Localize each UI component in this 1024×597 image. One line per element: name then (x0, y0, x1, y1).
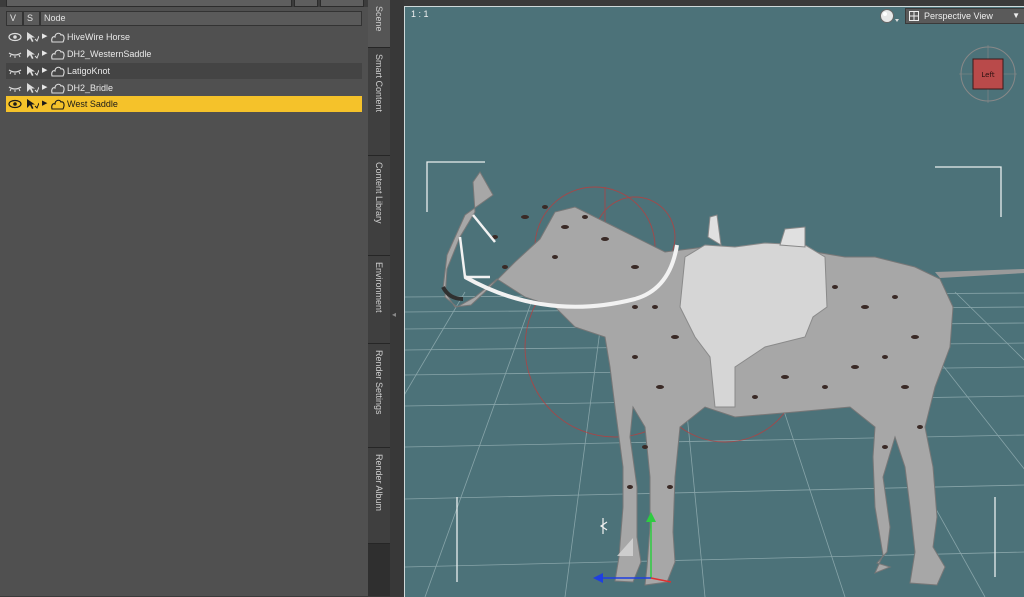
eye-icon[interactable] (8, 98, 22, 110)
splitter-grip-icon[interactable]: ◂ (392, 310, 396, 319)
figure-node-icon (51, 99, 65, 110)
view-menu-label: Perspective View (924, 11, 993, 21)
expand-arrow-icon[interactable]: ▶ (42, 29, 50, 45)
closed-eye-icon[interactable] (8, 82, 22, 94)
column-selectable[interactable]: S (23, 11, 40, 26)
node-label: DH2_Bridle (67, 83, 114, 93)
tab-environment[interactable]: Environment (368, 256, 390, 344)
scene-node-row[interactable]: ▶ DH2_Bridle (6, 80, 362, 96)
node-label: LatigoKnot (67, 66, 111, 76)
scene-tree-header: V S Node (6, 11, 362, 26)
pane-side-tabs: Scene Smart Content Content Library Envi… (368, 0, 390, 596)
cursor-select-icon[interactable] (25, 65, 39, 77)
cursor-select-icon[interactable] (25, 98, 39, 110)
column-node[interactable]: Node (40, 11, 362, 26)
camera-view-icon (909, 11, 919, 21)
closed-eye-icon[interactable] (8, 65, 22, 77)
scene-node-row[interactable]: ▶ HiveWire Horse (6, 29, 362, 45)
perspective-view-menu[interactable]: Perspective View ▼ (905, 8, 1024, 24)
expand-arrow-icon[interactable]: ▶ (42, 46, 50, 62)
scene-node-row-selected[interactable]: ▶ West Saddle (6, 96, 362, 112)
node-label: West Saddle (67, 99, 118, 109)
transform-gizmo-icon[interactable] (593, 512, 683, 597)
expand-arrow-icon[interactable]: ▶ (42, 63, 50, 79)
cursor-select-icon[interactable] (25, 82, 39, 94)
tab-content-library[interactable]: Content Library (368, 156, 390, 256)
aspect-ratio-label: 1 : 1 (411, 9, 429, 19)
scene-node-row[interactable]: ▶ DH2_WesternSaddle (6, 46, 362, 62)
tab-render-album[interactable]: Render Album (368, 448, 390, 544)
figure-node-icon (51, 49, 65, 60)
column-visible[interactable]: V (6, 11, 23, 26)
expand-arrow-icon[interactable]: ▶ (42, 96, 50, 112)
dropdown-arrow-icon: ▼ (1012, 11, 1020, 20)
tab-smart-content[interactable]: Smart Content (368, 48, 390, 156)
closed-eye-icon[interactable] (8, 48, 22, 60)
render-sphere-icon[interactable] (879, 8, 901, 24)
eye-icon[interactable] (8, 31, 22, 43)
view-cube-icon[interactable]: Left (959, 45, 1017, 103)
viewport-scene (405, 161, 1024, 597)
expand-arrow-icon[interactable]: ▶ (42, 80, 50, 96)
pane-splitter[interactable]: ◂ (390, 0, 404, 596)
3d-viewport[interactable]: 1 : 1 Perspective View ▼ Left (404, 6, 1024, 597)
viewport-toolbar: Perspective View ▼ (875, 7, 1024, 25)
tab-scene[interactable]: Scene (368, 0, 390, 48)
scene-node-row[interactable]: ▶ LatigoKnot (6, 63, 362, 79)
node-label: DH2_WesternSaddle (67, 49, 152, 59)
scene-toolbar (0, 0, 368, 7)
node-label: HiveWire Horse (67, 32, 131, 42)
scene-filter-button[interactable] (294, 0, 318, 7)
figure-node-icon (51, 83, 65, 94)
tab-render-settings[interactable]: Render Settings (368, 344, 390, 448)
scene-options-button[interactable] (320, 0, 364, 7)
cursor-select-icon[interactable] (25, 31, 39, 43)
cursor-select-icon[interactable] (25, 48, 39, 60)
figure-node-icon (51, 32, 65, 43)
figure-node-icon (51, 66, 65, 77)
scene-filter-field[interactable] (6, 0, 292, 7)
scene-panel: V S Node ▶ HiveWire Horse ▶ DH2_WesternS… (0, 0, 368, 596)
view-cube-label: Left (981, 71, 994, 79)
